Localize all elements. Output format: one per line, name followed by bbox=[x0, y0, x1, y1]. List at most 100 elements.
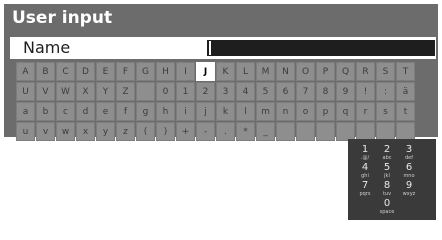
numpad-key-9: 9 wxyz bbox=[398, 180, 420, 198]
key-U[interactable]: U bbox=[16, 82, 35, 101]
key-8[interactable]: 8 bbox=[316, 82, 335, 101]
key-l[interactable]: l bbox=[236, 102, 255, 121]
key-W[interactable]: W bbox=[56, 82, 75, 101]
numpad-key-0: 0 space bbox=[376, 199, 398, 216]
key-G[interactable]: G bbox=[136, 62, 155, 81]
key-blank[interactable] bbox=[316, 122, 335, 141]
key-7[interactable]: 7 bbox=[296, 82, 315, 101]
numpad-letters: def bbox=[404, 155, 413, 161]
name-input[interactable] bbox=[207, 40, 435, 56]
numpad-letters: .@/ bbox=[360, 155, 370, 161]
keyboard-row: U V W X Y Z 0 1 2 3 4 5 6 7 8 9!: ä bbox=[16, 82, 416, 101]
key-L[interactable]: L bbox=[236, 62, 255, 81]
dialog-title: User input bbox=[12, 8, 113, 28]
key-Y[interactable]: Y bbox=[96, 82, 115, 101]
numpad-key-2: 2 abc bbox=[376, 144, 398, 162]
key-symbol[interactable]: _ bbox=[256, 122, 275, 141]
key-I[interactable]: I bbox=[176, 62, 195, 81]
key-m[interactable]: m bbox=[256, 102, 275, 121]
key-P[interactable]: P bbox=[316, 62, 335, 81]
key-9[interactable]: 9 bbox=[336, 82, 355, 101]
key-1[interactable]: 1 bbox=[176, 82, 195, 101]
key-s[interactable]: s bbox=[376, 102, 395, 121]
key-blank[interactable] bbox=[296, 122, 315, 141]
key-F[interactable]: F bbox=[116, 62, 135, 81]
key-C[interactable]: C bbox=[56, 62, 75, 81]
key-k[interactable]: k bbox=[216, 102, 235, 121]
key-T[interactable]: T bbox=[396, 62, 415, 81]
key-0[interactable]: 0 bbox=[156, 82, 175, 101]
numpad-key-3: 3 def bbox=[398, 144, 420, 162]
key-f[interactable]: f bbox=[116, 102, 135, 121]
numpad-key-7: 7 pqrs bbox=[354, 180, 376, 198]
key-X[interactable]: X bbox=[76, 82, 95, 101]
key-b[interactable]: b bbox=[36, 102, 55, 121]
key-v[interactable]: v bbox=[36, 122, 55, 141]
numpad-digit: 9 bbox=[405, 180, 413, 191]
key-4[interactable]: 4 bbox=[236, 82, 255, 101]
key-B[interactable]: B bbox=[36, 62, 55, 81]
key-u[interactable]: u bbox=[16, 122, 35, 141]
key-5[interactable]: 5 bbox=[256, 82, 275, 101]
key-K[interactable]: K bbox=[216, 62, 235, 81]
key-g[interactable]: g bbox=[136, 102, 155, 121]
numpad-key-6: 6 mno bbox=[398, 163, 420, 180]
key-symbol[interactable]: ) bbox=[156, 122, 175, 141]
name-row: Name bbox=[10, 37, 436, 59]
key-M[interactable]: M bbox=[256, 62, 275, 81]
numpad-digit: 2 bbox=[383, 144, 391, 155]
key-e[interactable]: e bbox=[96, 102, 115, 121]
numpad-digit: 3 bbox=[405, 144, 413, 155]
key-p[interactable]: p bbox=[316, 102, 335, 121]
key-blank[interactable] bbox=[276, 122, 295, 141]
key-h[interactable]: h bbox=[156, 102, 175, 121]
key-symbol[interactable]: ! bbox=[356, 82, 375, 101]
keyboard-row: abcdefghijklmnopqrst bbox=[16, 102, 416, 121]
key-j[interactable]: j bbox=[196, 102, 215, 121]
key-O[interactable]: O bbox=[296, 62, 315, 81]
key-symbol[interactable]: ä bbox=[396, 82, 415, 101]
key-t[interactable]: t bbox=[396, 102, 415, 121]
key-symbol[interactable]: + bbox=[176, 122, 195, 141]
key-symbol[interactable]: * bbox=[236, 122, 255, 141]
key-symbol[interactable]: - bbox=[196, 122, 215, 141]
key-3[interactable]: 3 bbox=[216, 82, 235, 101]
numpad-digit: 7 bbox=[361, 180, 369, 191]
key-q[interactable]: q bbox=[336, 102, 355, 121]
key-N[interactable]: N bbox=[276, 62, 295, 81]
key-y[interactable]: y bbox=[96, 122, 115, 141]
key-Z[interactable]: Z bbox=[116, 82, 135, 101]
key-i[interactable]: i bbox=[176, 102, 195, 121]
numpad-digit: 1 bbox=[361, 144, 369, 155]
onscreen-keyboard: A B C D E F G H I J K L M N O P Q R S T U V W X Y Z 0 1 2 3 4 5 6 7 8 9!: ä a… bbox=[16, 62, 416, 142]
key-symbol[interactable]: : bbox=[376, 82, 395, 101]
key-A[interactable]: A bbox=[16, 62, 35, 81]
numpad-key-1: 1 .@/ bbox=[354, 144, 376, 162]
key-blank[interactable] bbox=[136, 82, 155, 101]
key-o[interactable]: o bbox=[296, 102, 315, 121]
key-z[interactable]: z bbox=[116, 122, 135, 141]
key-r[interactable]: r bbox=[356, 102, 375, 121]
key-J[interactable]: J bbox=[196, 62, 215, 81]
key-6[interactable]: 6 bbox=[276, 82, 295, 101]
user-input-dialog: User input Name ABCDEFGHIJKLMNOPQRSTUVWX… bbox=[4, 4, 438, 141]
key-D[interactable]: D bbox=[76, 62, 95, 81]
key-n[interactable]: n bbox=[276, 102, 295, 121]
key-R[interactable]: R bbox=[356, 62, 375, 81]
key-Q[interactable]: Q bbox=[336, 62, 355, 81]
key-symbol[interactable]: ( bbox=[136, 122, 155, 141]
numpad-letters: mno bbox=[403, 173, 415, 179]
numpad-digit: 4 bbox=[361, 162, 369, 173]
key-H[interactable]: H bbox=[156, 62, 175, 81]
key-V[interactable]: V bbox=[36, 82, 55, 101]
key-w[interactable]: w bbox=[56, 122, 75, 141]
key-S[interactable]: S bbox=[376, 62, 395, 81]
key-x[interactable]: x bbox=[76, 122, 95, 141]
key-E[interactable]: E bbox=[96, 62, 115, 81]
numpad-key-8: 8 tuv bbox=[376, 181, 398, 198]
key-d[interactable]: d bbox=[76, 102, 95, 121]
key-symbol[interactable]: . bbox=[216, 122, 235, 141]
key-2[interactable]: 2 bbox=[196, 82, 215, 101]
key-a[interactable]: a bbox=[16, 102, 35, 121]
key-c[interactable]: c bbox=[56, 102, 75, 121]
